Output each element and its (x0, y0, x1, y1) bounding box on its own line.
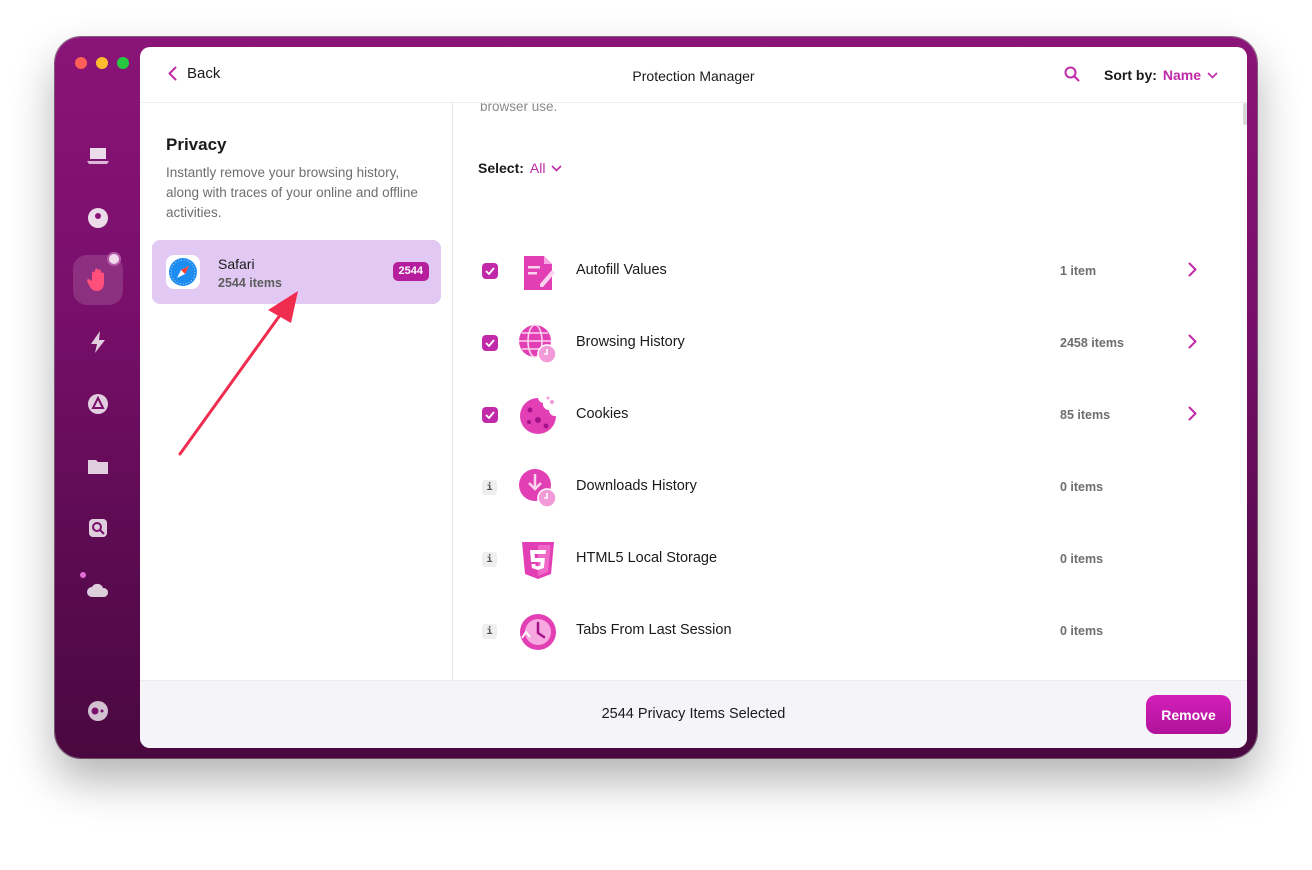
list-item[interactable]: i Downloads History 0 items (454, 452, 1247, 524)
close-window-button[interactable] (75, 57, 87, 69)
safari-icon (166, 255, 200, 289)
info-icon[interactable]: i (482, 624, 497, 639)
disc-icon[interactable] (81, 201, 115, 235)
zoom-window-button[interactable] (117, 57, 129, 69)
apps-icon[interactable] (81, 387, 115, 421)
list-item[interactable]: i HTML5 Local Storage 0 items (454, 524, 1247, 596)
folder-icon[interactable] (81, 449, 115, 483)
sort-value: Name (1162, 67, 1202, 83)
download-icon (516, 466, 560, 510)
cloud-icon[interactable] (81, 573, 115, 607)
app-item-count: 2544 items (218, 276, 282, 290)
item-label: Cookies (576, 406, 629, 422)
item-checkbox[interactable] (482, 407, 498, 423)
chevron-right-icon[interactable] (1188, 406, 1197, 426)
info-icon[interactable]: i (482, 552, 497, 567)
item-count: 85 items (1060, 408, 1111, 422)
item-label: Tabs From Last Session (576, 622, 732, 638)
laptop-icon[interactable] (81, 139, 115, 173)
main-panel: Back Protection Manager Sort by: Name Pr… (140, 47, 1247, 748)
list-item[interactable]: Cookies 85 items (454, 380, 1247, 452)
item-count: 1 item (1060, 264, 1097, 278)
item-label: Autofill Values (576, 262, 667, 278)
item-label: Browsing History (576, 334, 685, 350)
item-checkbox[interactable] (482, 335, 498, 351)
remove-button[interactable]: Remove (1146, 695, 1231, 734)
list-item[interactable]: Autofill Values 1 item (454, 236, 1247, 308)
chevron-right-icon[interactable] (1188, 262, 1197, 282)
select-dropdown[interactable]: Select: All (478, 160, 563, 176)
notification-indicator (107, 252, 121, 266)
chevron-down-icon (551, 164, 563, 172)
header: Back Protection Manager Sort by: Name (140, 47, 1247, 103)
list-item[interactable]: Browsing History 2458 items (454, 308, 1247, 380)
clock-icon (516, 610, 560, 654)
checkmark-icon (485, 411, 495, 419)
sort-dropdown[interactable]: Sort by: Name (1104, 67, 1218, 83)
item-count: 0 items (1060, 552, 1104, 566)
scrollbar[interactable] (1243, 103, 1247, 125)
selection-summary: 2544 Privacy Items Selected (601, 706, 786, 722)
info-icon[interactable]: i (482, 480, 497, 495)
select-label: Select: (478, 160, 524, 176)
item-count: 0 items (1060, 624, 1104, 638)
cookie-icon (516, 394, 560, 438)
search-file-icon[interactable] (81, 511, 115, 545)
search-icon[interactable] (1064, 66, 1080, 87)
item-count: 2458 items (1060, 336, 1124, 350)
items-pane: browser use. Select: All Autofill Values… (454, 103, 1247, 680)
sort-label: Sort by: (1104, 67, 1157, 83)
checkmark-icon (485, 267, 495, 275)
chevron-right-icon[interactable] (1188, 334, 1197, 354)
count-badge: 2544 (392, 262, 429, 281)
section-title: Privacy (166, 135, 227, 154)
description-overflow-text: browser use. (480, 103, 558, 114)
html5-icon (516, 538, 560, 582)
section-description: Instantly remove your browsing history, … (166, 165, 418, 220)
window-controls (75, 57, 129, 69)
select-value: All (529, 160, 546, 176)
minimize-window-button[interactable] (96, 57, 108, 69)
lightning-icon[interactable] (81, 325, 115, 359)
footer-bar: 2544 Privacy Items Selected Remove (140, 680, 1247, 748)
page-title: Protection Manager (632, 68, 755, 84)
item-count: 0 items (1060, 480, 1104, 494)
item-label: HTML5 Local Storage (576, 550, 718, 566)
list-item[interactable]: i Tabs From Last Session 0 items (454, 596, 1247, 668)
globe-clock-icon (516, 322, 560, 366)
item-label: Downloads History (576, 478, 697, 494)
chevron-down-icon (1207, 71, 1218, 79)
category-pane: Privacy Instantly remove your browsing h… (140, 103, 453, 680)
toggle-icon[interactable] (81, 694, 115, 728)
autofill-icon (516, 250, 560, 294)
app-item-safari[interactable]: Safari 2544 items 2544 (152, 240, 441, 304)
checkmark-icon (485, 339, 495, 347)
app-name: Safari (218, 256, 255, 272)
item-checkbox[interactable] (482, 263, 498, 279)
app-window: Back Protection Manager Sort by: Name Pr… (55, 37, 1257, 758)
